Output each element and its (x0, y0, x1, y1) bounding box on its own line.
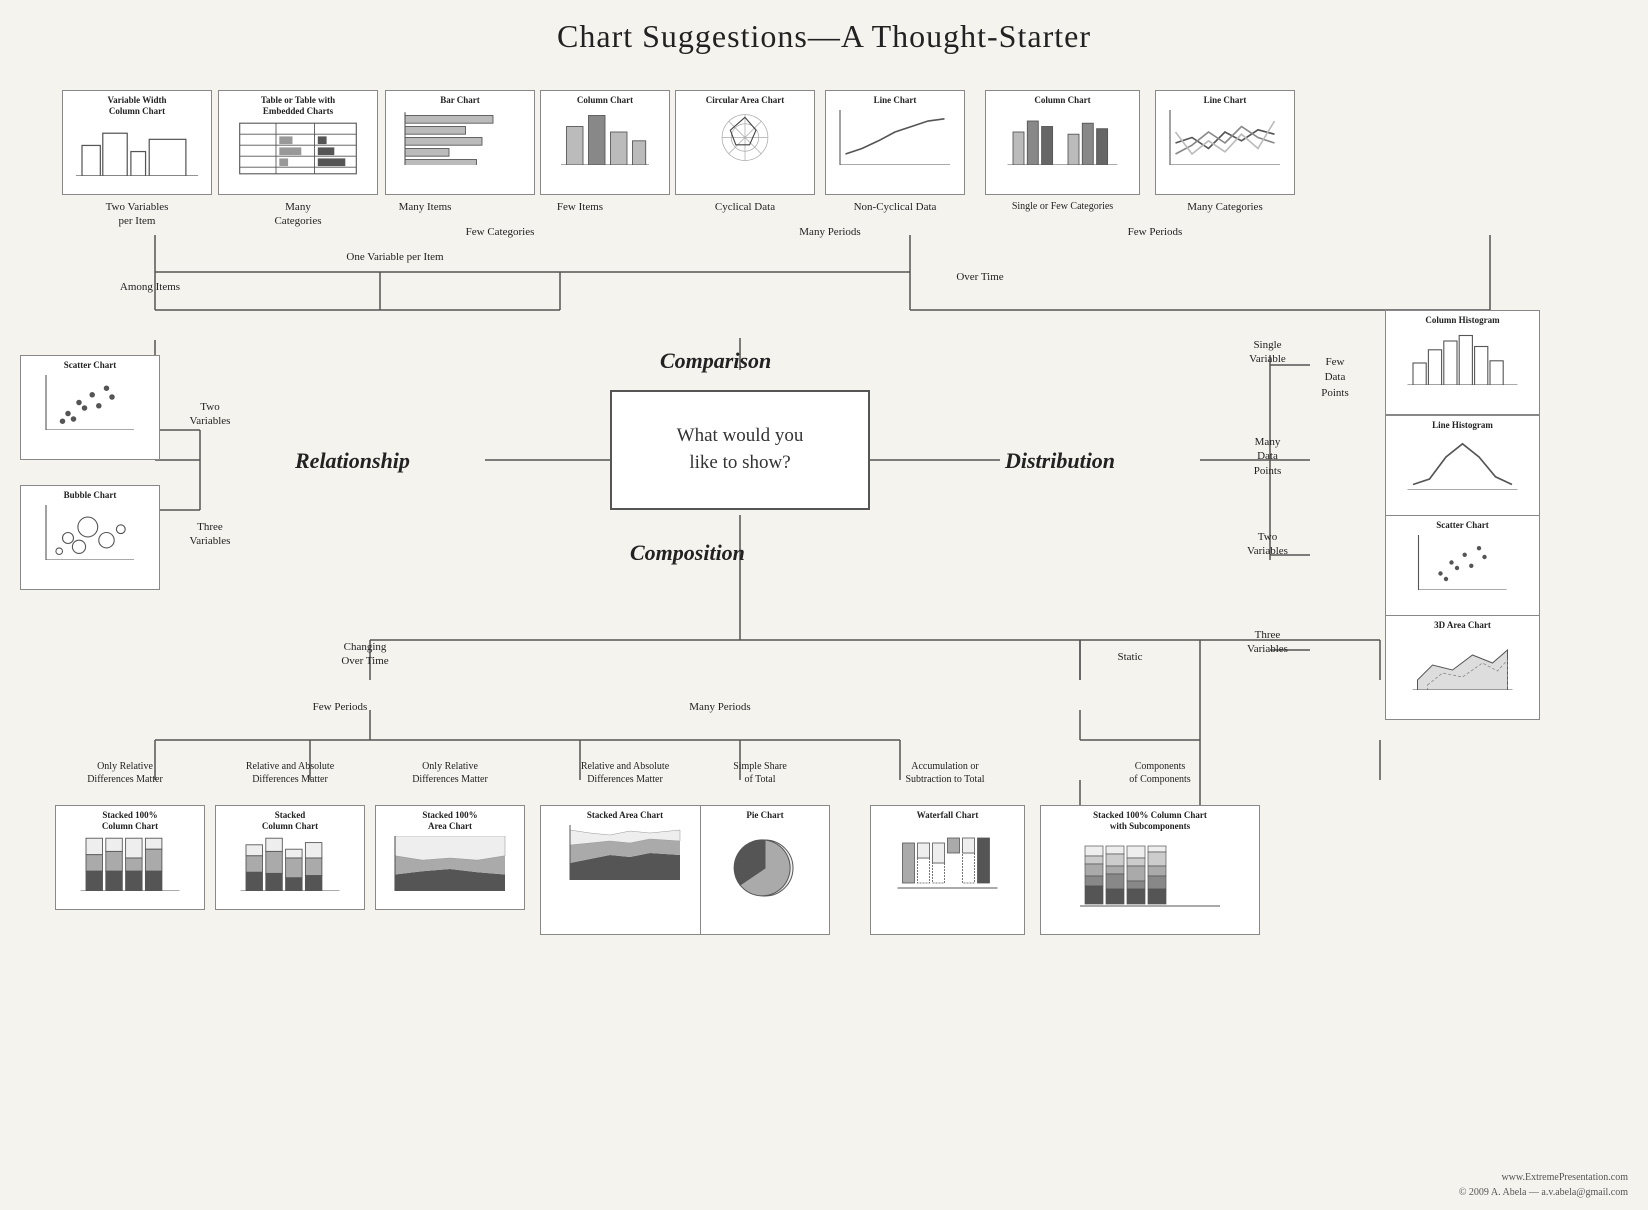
chart-line-histogram: Line Histogram (1385, 415, 1540, 520)
label-few-items: Few Items (540, 200, 620, 214)
chart-bubble: Bubble Chart (20, 485, 160, 590)
label-non-cyclical: Non-Cyclical Data (825, 200, 965, 214)
label-many-cat2: Many Categories (1155, 200, 1295, 214)
label-single-var: SingleVariable (1230, 338, 1305, 367)
chart-column-few: Column Chart (540, 90, 670, 195)
label-rel-abs-many: Relative and AbsoluteDifferences Matter (540, 760, 710, 786)
label-many-periods: Many Periods (730, 225, 930, 239)
label-composition: Composition (630, 540, 745, 566)
label-three-var-rel: ThreeVariables (165, 520, 255, 549)
label-only-rel-many: Only RelativeDifferences Matter (375, 760, 525, 786)
chart-table-embedded: Table or Table withEmbedded Charts (218, 90, 378, 195)
chart-variable-width: Variable WidthColumn Chart (62, 90, 212, 195)
chart-scatter-dist: Scatter Chart (1385, 515, 1540, 620)
label-changing-over-time: ChangingOver Time (315, 640, 415, 669)
chart-3d-area: 3D Area Chart (1385, 615, 1540, 720)
label-components: Componentsof Components (1060, 760, 1260, 786)
label-two-var-rel: TwoVariables (165, 400, 255, 429)
label-few-periods: Few Periods (1030, 225, 1280, 239)
label-two-variables-per-item: Two Variablesper Item (62, 200, 212, 229)
label-among-items: Among Items (90, 280, 210, 294)
page-title: Chart Suggestions—A Thought-Starter (0, 0, 1648, 65)
label-only-rel-few: Only RelativeDifferences Matter (60, 760, 190, 786)
label-many-data-pts: ManyDataPoints (1230, 435, 1305, 478)
label-many-periods2: Many Periods (670, 700, 770, 714)
chart-bar: Bar Chart (385, 90, 535, 195)
chart-stacked100-area: Stacked 100%Area Chart (375, 805, 525, 910)
label-rel-abs-few: Relative and AbsoluteDifferences Matter (215, 760, 365, 786)
chart-waterfall: Waterfall Chart (870, 805, 1025, 935)
label-three-var-dist: ThreeVariables (1230, 628, 1305, 657)
label-distribution: Distribution (1005, 448, 1115, 474)
label-many-items: Many Items (385, 200, 465, 214)
chart-col-histogram: Column Histogram (1385, 310, 1540, 415)
label-accumulation: Accumulation orSubtraction to Total (870, 760, 1020, 786)
chart-circular-area: Circular Area Chart (675, 90, 815, 195)
chart-stacked-area: Stacked Area Chart (540, 805, 710, 935)
chart-stacked100-col: Stacked 100%Column Chart (55, 805, 205, 910)
label-two-var-dist: TwoVariables (1230, 530, 1305, 559)
chart-scatter-rel: Scatter Chart (20, 355, 160, 460)
label-relationship: Relationship (295, 448, 410, 474)
label-cyclical: Cyclical Data (675, 200, 815, 214)
label-single-few-cat: Single or Few Categories (985, 200, 1140, 213)
label-few-data-pts: FewDataPoints (1305, 355, 1365, 401)
label-comparison: Comparison (660, 348, 771, 374)
label-few-categories: Few Categories (410, 225, 590, 239)
chart-column-single: Column Chart (985, 90, 1140, 195)
label-few-periods2: Few Periods (290, 700, 390, 714)
center-question-box: What would youlike to show? (610, 390, 870, 510)
chart-line-noncyclical: Line Chart (825, 90, 965, 195)
label-over-time: Over Time (920, 270, 1040, 284)
label-simple-share: Simple Shareof Total (700, 760, 820, 786)
label-static: Static (1090, 650, 1170, 664)
label-one-variable: One Variable per Item (270, 250, 520, 264)
chart-line-many-cat: Line Chart (1155, 90, 1295, 195)
chart-stacked100-sub: Stacked 100% Column Chartwith Subcompone… (1040, 805, 1260, 935)
chart-pie: Pie Chart (700, 805, 830, 935)
label-many-categories: ManyCategories (218, 200, 378, 229)
footer: www.ExtremePresentation.com © 2009 A. Ab… (1459, 1170, 1628, 1200)
chart-stacked-col: StackedColumn Chart (215, 805, 365, 910)
